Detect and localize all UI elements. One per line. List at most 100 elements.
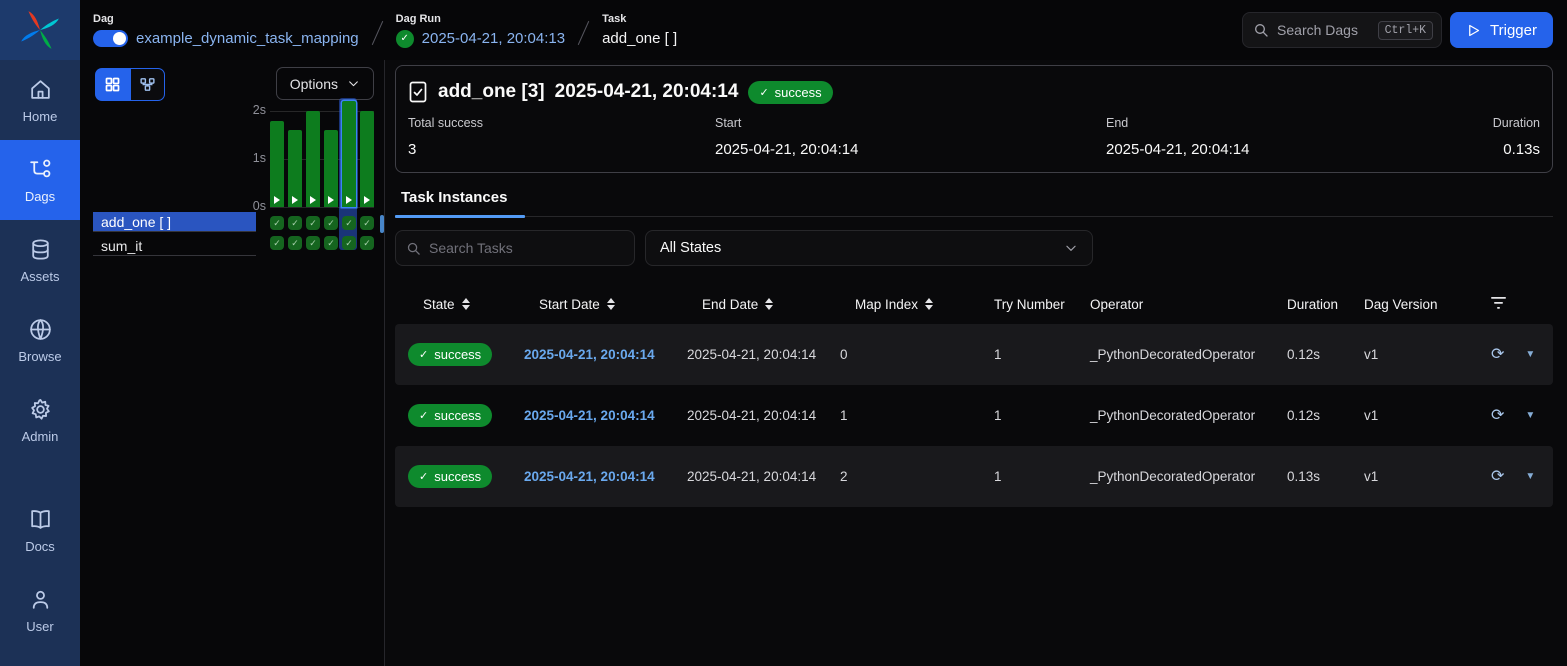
start-date-link[interactable]: 2025-04-21, 20:04:14	[524, 347, 687, 362]
filter-icon	[1491, 297, 1506, 309]
task-instance-square[interactable]: ✓	[270, 216, 284, 230]
sidebar-item-assets[interactable]: Assets	[0, 220, 80, 300]
run-bar[interactable]	[360, 111, 374, 207]
table-row[interactable]: ✓success 2025-04-21, 20:04:14 2025-04-21…	[395, 324, 1553, 385]
run-bar[interactable]	[306, 111, 320, 207]
start-date-link[interactable]: 2025-04-21, 20:04:14	[524, 408, 687, 423]
task-instance-square[interactable]: ✓	[342, 216, 356, 230]
run-bar[interactable]	[288, 130, 302, 207]
clear-task-icon[interactable]: ⟳	[1491, 347, 1504, 363]
sidebar-item-home[interactable]: Home	[0, 60, 80, 140]
airflow-logo[interactable]	[0, 0, 80, 60]
chevron-down-icon	[347, 77, 360, 90]
breadcrumb-dag-run-value[interactable]: 2025-04-21, 20:04:13	[422, 30, 565, 47]
task-row-add-one[interactable]: add_one [ ]	[93, 212, 256, 232]
play-icon	[346, 196, 352, 204]
search-icon	[1253, 22, 1269, 38]
table-row[interactable]: ✓success 2025-04-21, 20:04:14 2025-04-21…	[395, 385, 1553, 446]
search-tasks-placeholder: Search Tasks	[429, 240, 513, 256]
breadcrumb-dag-label: Dag	[93, 13, 359, 25]
column-header-end-date[interactable]: End Date	[687, 297, 840, 312]
sidebar-item-browse[interactable]: Browse	[0, 300, 80, 380]
breadcrumb-task-value: add_one [ ]	[602, 30, 677, 47]
run-state-badge: ✓ success	[748, 81, 832, 104]
sidebar-item-docs[interactable]: Docs	[0, 490, 80, 570]
admin-icon	[28, 397, 53, 422]
dags-icon	[28, 157, 53, 182]
task-instance-square[interactable]: ✓	[360, 236, 374, 250]
column-header-duration[interactable]: Duration	[1287, 297, 1364, 312]
clear-task-icon[interactable]: ⟳	[1491, 408, 1504, 424]
try-number-cell: 1	[994, 347, 1090, 362]
run-title: add_one [3]	[438, 81, 545, 103]
task-instance-square[interactable]: ✓	[306, 236, 320, 250]
clear-task-icon[interactable]: ⟳	[1491, 469, 1504, 485]
column-header-dag-version[interactable]: Dag Version	[1364, 297, 1481, 312]
column-header-start-date[interactable]: Start Date	[524, 297, 687, 312]
column-header-operator[interactable]: Operator	[1090, 297, 1287, 312]
right-pane: Dag example_dynamic_task_mapping Dag Run…	[80, 0, 1567, 666]
column-header-try-number[interactable]: Try Number	[994, 297, 1090, 312]
column-header-map-index[interactable]: Map Index	[840, 297, 994, 312]
sidebar-item-dags[interactable]: Dags	[0, 140, 80, 220]
table-row[interactable]: ✓success 2025-04-21, 20:04:14 2025-04-21…	[395, 446, 1553, 507]
stat-duration: Duration 0.13s	[1420, 116, 1540, 158]
file-check-icon	[408, 81, 428, 103]
options-button[interactable]: Options	[276, 67, 374, 100]
task-row-sum-it[interactable]: sum_it	[93, 236, 256, 256]
task-instance-square[interactable]: ✓	[288, 236, 302, 250]
row-menu-caret-icon[interactable]: ▼	[1525, 349, 1535, 360]
task-instance-square[interactable]: ✓	[324, 236, 338, 250]
state-badge: ✓success	[408, 343, 492, 366]
task-instance-square[interactable]: ✓	[288, 216, 302, 230]
duration-cell: 0.13s	[1287, 469, 1364, 484]
search-dags-placeholder: Search Dags	[1277, 22, 1370, 38]
play-icon	[310, 196, 316, 204]
sidebar-item-label: Home	[23, 109, 58, 124]
search-tasks-input[interactable]: Search Tasks	[395, 230, 635, 266]
state-filter-select[interactable]: All States	[645, 230, 1093, 266]
operator-cell: _PythonDecoratedOperator	[1090, 469, 1287, 484]
breadcrumb-task: Task add_one [ ]	[602, 13, 677, 47]
sidebar-item-label: Dags	[25, 189, 55, 204]
run-bar[interactable]	[342, 101, 356, 207]
task-state-row: ✓ ✓ ✓ ✓ ✓ ✓	[270, 236, 374, 250]
tab-task-instances[interactable]: Task Instances	[395, 189, 507, 216]
start-date-link[interactable]: 2025-04-21, 20:04:14	[524, 469, 687, 484]
docs-icon	[28, 507, 53, 532]
chevron-down-icon	[1064, 241, 1078, 255]
search-dags-input[interactable]: Search Dags Ctrl+K	[1242, 12, 1442, 48]
run-success-icon: ✓	[396, 30, 414, 48]
task-instance-square[interactable]: ✓	[342, 236, 356, 250]
sidebar-item-admin[interactable]: Admin	[0, 380, 80, 460]
row-menu-caret-icon[interactable]: ▼	[1525, 471, 1535, 482]
grid-view-icon	[104, 76, 121, 93]
play-icon	[274, 196, 280, 204]
task-instance-square[interactable]: ✓	[324, 216, 338, 230]
task-instance-square[interactable]: ✓	[360, 216, 374, 230]
end-date-cell: 2025-04-21, 20:04:14	[687, 469, 840, 484]
sidebar-item-label: User	[26, 619, 53, 634]
state-badge: ✓success	[408, 465, 492, 488]
sidebar-item-user[interactable]: User	[0, 570, 80, 650]
row-menu-caret-icon[interactable]: ▼	[1525, 410, 1535, 421]
grid-view-button[interactable]	[95, 68, 130, 101]
graph-view-button[interactable]	[130, 68, 165, 101]
trigger-button[interactable]: Trigger	[1450, 12, 1553, 48]
operator-cell: _PythonDecoratedOperator	[1090, 347, 1287, 362]
breadcrumb-dag-name[interactable]: example_dynamic_task_mapping	[136, 30, 359, 47]
airflow-app: Home Dags Assets Browse Admin Docs	[0, 0, 1567, 666]
column-header-state[interactable]: State	[408, 297, 524, 312]
run-summary-card: add_one [3] 2025-04-21, 20:04:14 ✓ succe…	[395, 65, 1553, 173]
dag-pause-toggle[interactable]	[93, 30, 128, 47]
run-bar[interactable]	[324, 130, 338, 207]
column-filter-button[interactable]	[1481, 297, 1506, 312]
panel-scrollbar-thumb[interactable]	[380, 215, 384, 233]
task-instance-square[interactable]: ✓	[306, 216, 320, 230]
task-instance-square[interactable]: ✓	[270, 236, 284, 250]
main-panel: add_one [3] 2025-04-21, 20:04:14 ✓ succe…	[385, 60, 1567, 666]
check-icon: ✓	[759, 86, 768, 99]
dag-version-cell: v1	[1364, 347, 1481, 362]
run-bar[interactable]	[270, 121, 284, 207]
dag-version-cell: v1	[1364, 469, 1481, 484]
